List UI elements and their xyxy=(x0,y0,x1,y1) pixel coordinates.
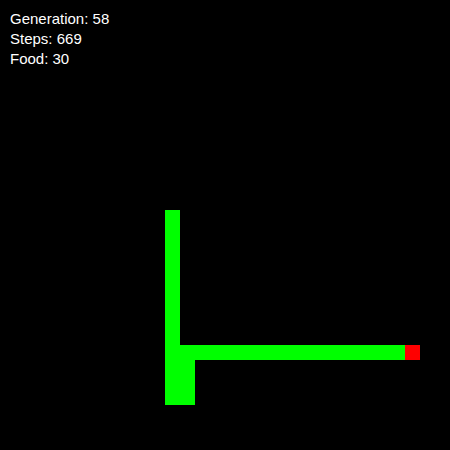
snake-segment xyxy=(315,345,330,360)
snake-segment xyxy=(300,345,315,360)
snake-segment xyxy=(165,345,180,360)
snake-segment xyxy=(285,345,300,360)
snake-segment xyxy=(165,300,180,315)
snake-segment xyxy=(165,330,180,345)
snake-segment xyxy=(165,285,180,300)
snake-segment xyxy=(195,345,210,360)
snake-segment xyxy=(375,345,390,360)
snake-head xyxy=(390,345,405,360)
snake-segment xyxy=(180,345,195,360)
snake-segment xyxy=(165,255,180,270)
snake-segment xyxy=(165,375,180,390)
snake-segment xyxy=(165,390,180,405)
snake-segment xyxy=(165,240,180,255)
score-panel: Generation: 58Steps: 669Food: 30 xyxy=(10,9,109,69)
snake-segment xyxy=(330,345,345,360)
game-board: Generation: 58Steps: 669Food: 30 xyxy=(0,0,450,450)
snake-segment xyxy=(225,345,240,360)
snake-segment xyxy=(360,345,375,360)
snake-segment xyxy=(240,345,255,360)
snake-segment xyxy=(165,360,180,375)
food xyxy=(405,345,420,360)
hud-text: Steps: 669 xyxy=(10,29,109,49)
snake-segment xyxy=(255,345,270,360)
snake-segment xyxy=(180,390,195,405)
snake-segment xyxy=(180,375,195,390)
snake-segment xyxy=(210,345,225,360)
snake-segment xyxy=(165,225,180,240)
snake-segment xyxy=(165,210,180,225)
snake-segment xyxy=(270,345,285,360)
snake-segment xyxy=(180,360,195,375)
snake-segment xyxy=(345,345,360,360)
snake-segment xyxy=(165,315,180,330)
hud-text: Generation: 58 xyxy=(10,9,109,29)
hud-text: Food: 30 xyxy=(10,49,109,69)
snake-segment xyxy=(165,270,180,285)
